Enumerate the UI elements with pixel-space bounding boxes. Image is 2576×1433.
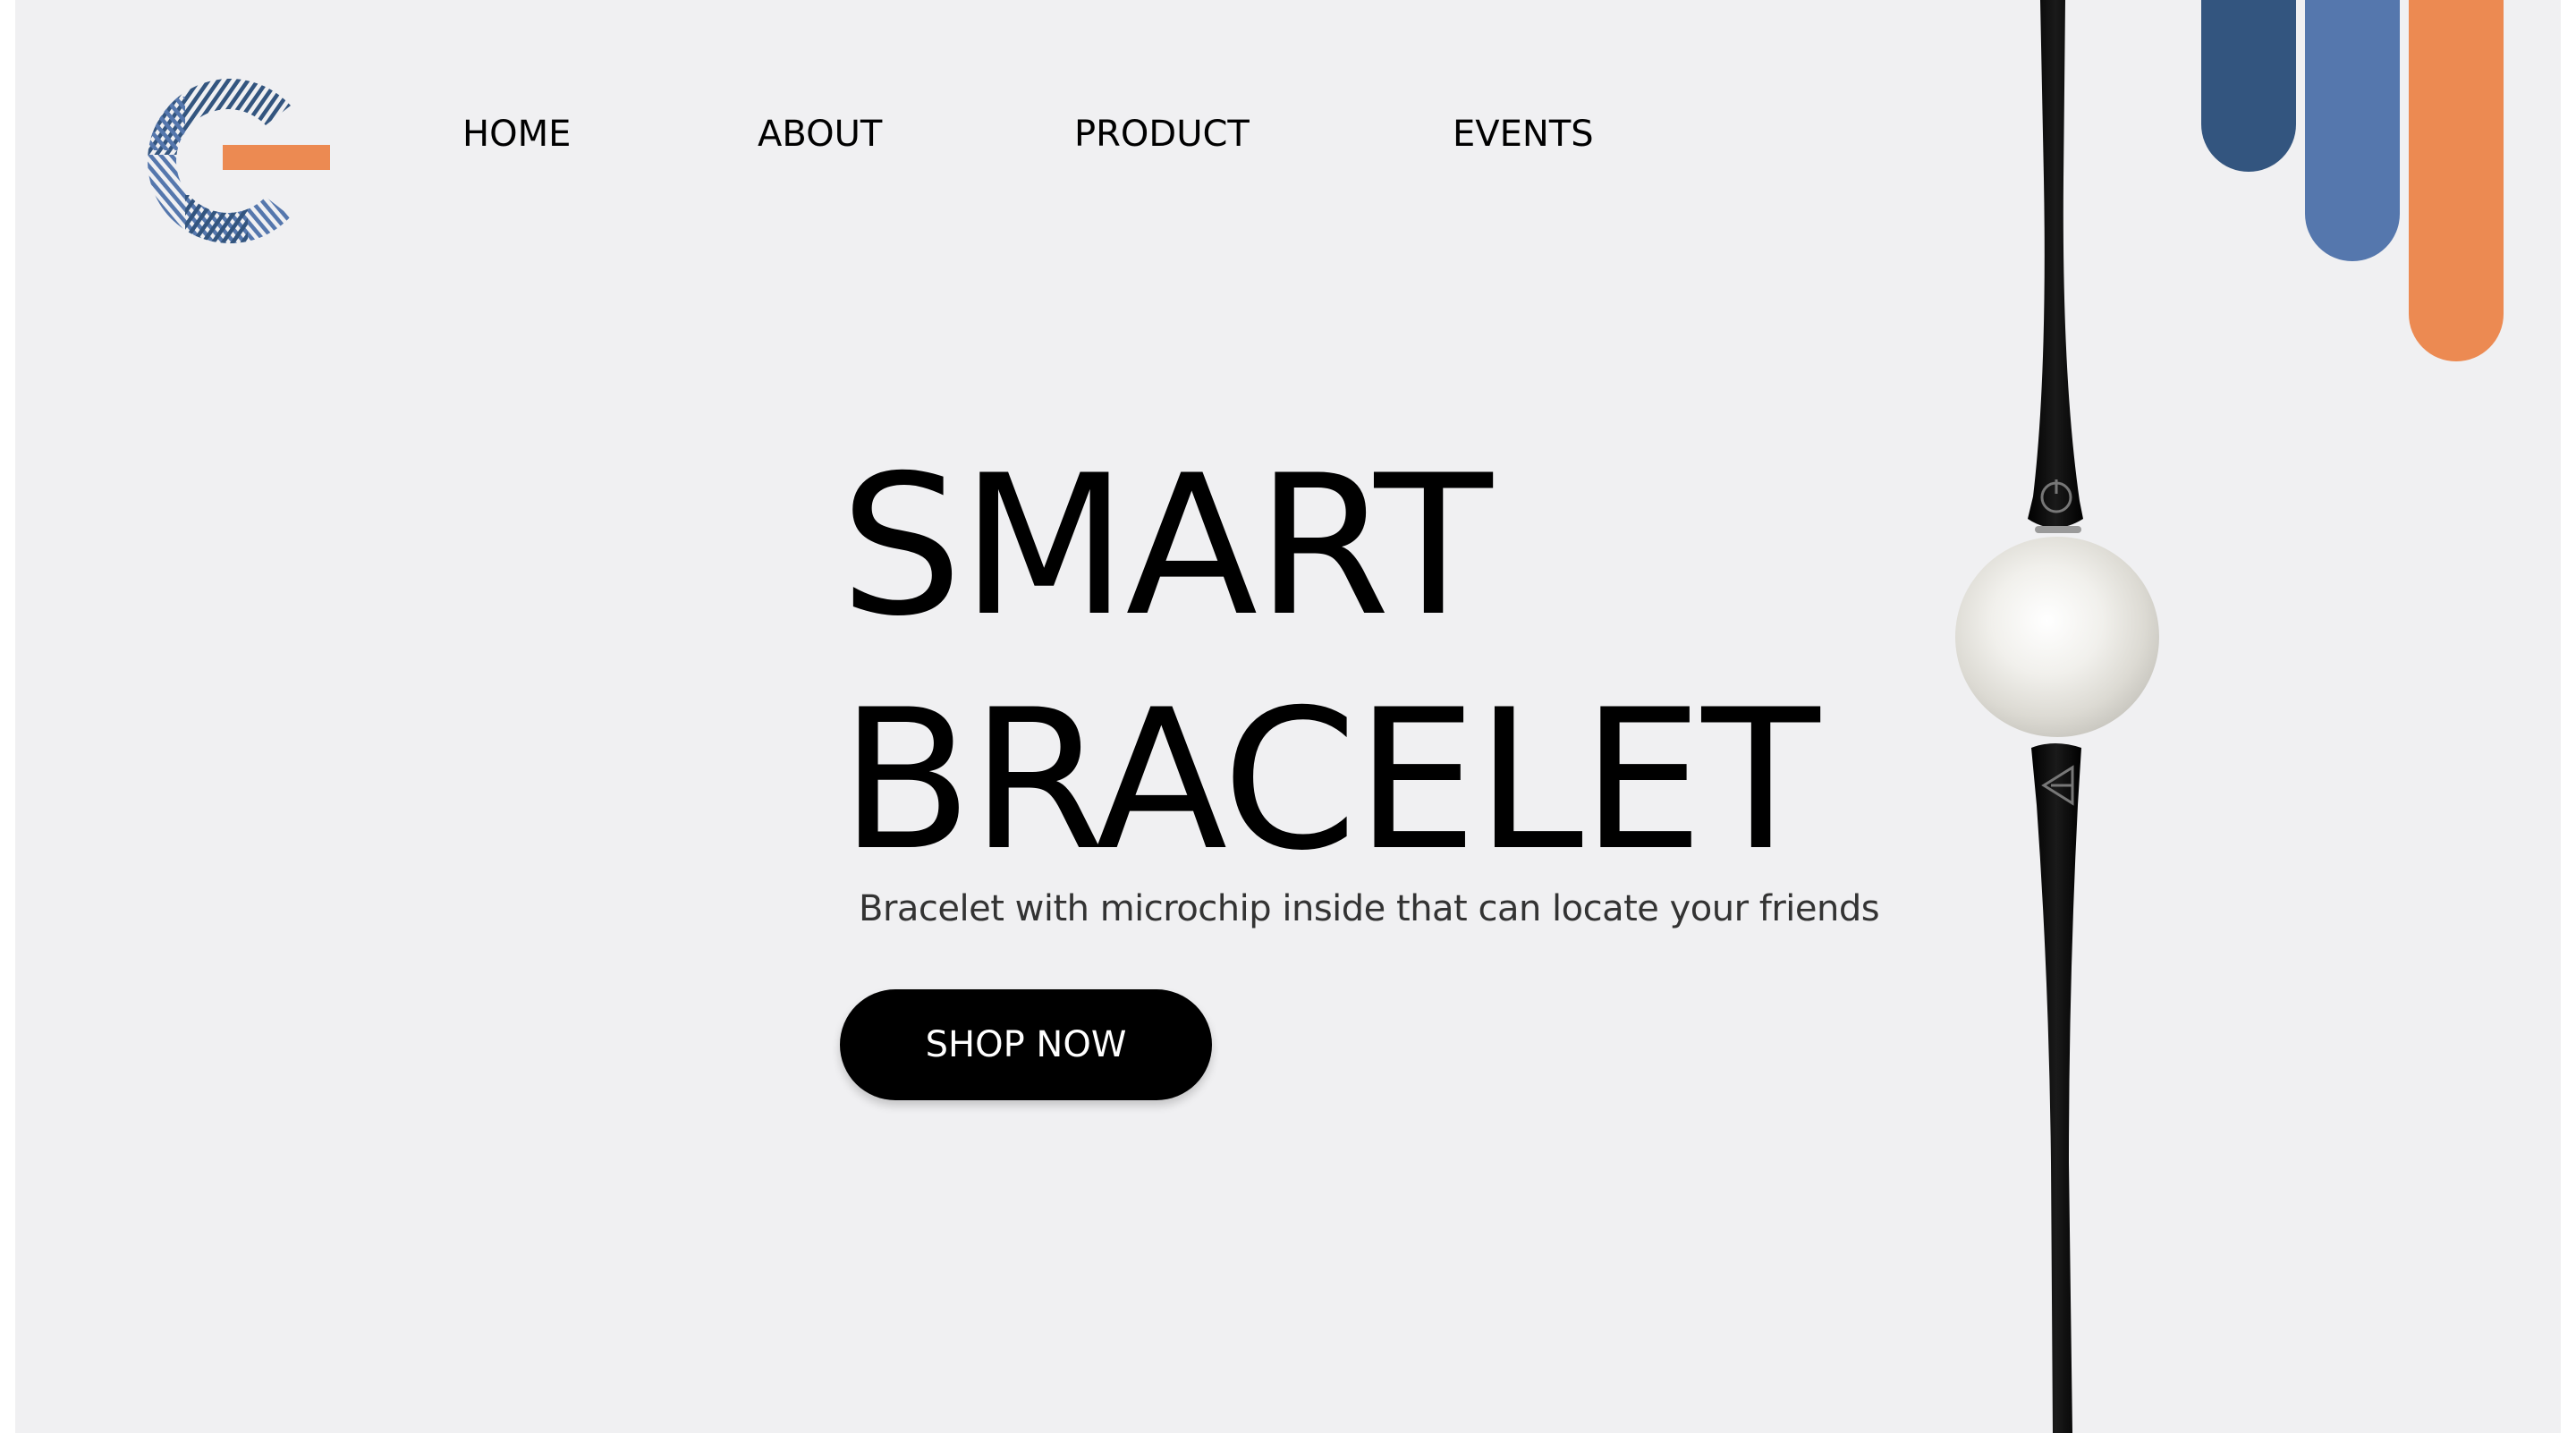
hero-title-line1: SMART: [840, 434, 1493, 658]
nav-home[interactable]: HOME: [462, 107, 571, 161]
nav-product[interactable]: PRODUCT: [1074, 107, 1250, 161]
hero-title: SMART BRACELET: [840, 429, 1820, 898]
decorative-stripes: [2201, 0, 2504, 361]
hero-title-line2: BRACELET: [840, 668, 1820, 893]
brand-logo-icon[interactable]: [131, 61, 346, 249]
hero-subtitle: Bracelet with microchip inside that can …: [859, 888, 1880, 929]
smart-bracelet-image: [1955, 0, 2159, 1433]
nav-events[interactable]: EVENTS: [1453, 107, 1594, 161]
landing-page: HOME ABOUT PRODUCT EVENTS SMART BRACELET…: [15, 0, 2561, 1433]
shop-now-button[interactable]: SHOP NOW: [840, 989, 1212, 1100]
nav-about[interactable]: ABOUT: [758, 107, 882, 161]
